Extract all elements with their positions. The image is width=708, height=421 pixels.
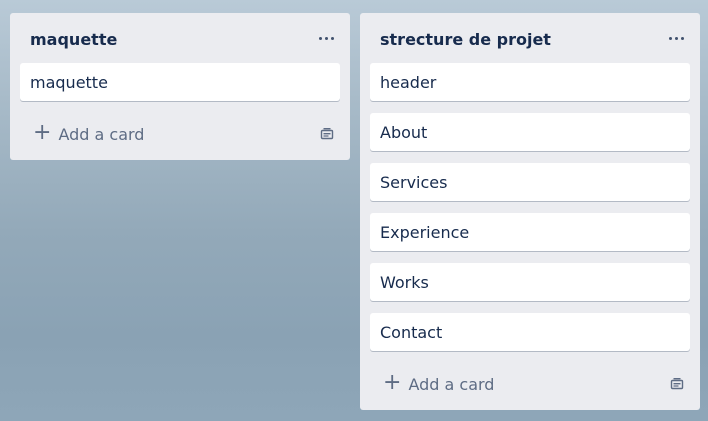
more-horizontal-icon	[318, 36, 322, 40]
add-card-button[interactable]: + Add a card	[370, 369, 500, 399]
card-template-icon	[320, 128, 334, 140]
card[interactable]: maquette	[20, 63, 340, 101]
card[interactable]: Services	[370, 163, 690, 201]
list-maquette: maquette maquette + Add a card	[10, 13, 350, 160]
more-horizontal-icon	[324, 36, 328, 40]
list-title[interactable]: maquette	[30, 30, 117, 49]
card[interactable]: Contact	[370, 313, 690, 351]
card[interactable]: About	[370, 113, 690, 151]
create-from-template-button[interactable]	[666, 373, 688, 395]
list-menu-button[interactable]	[310, 27, 342, 49]
card-list: header About Services Experience Works C…	[370, 63, 690, 363]
card-template-icon	[670, 378, 684, 390]
card[interactable]: Works	[370, 263, 690, 301]
list-strecture-de-projet: strecture de projet header About Service…	[360, 13, 700, 410]
plus-icon: +	[383, 370, 402, 395]
plus-icon: +	[33, 120, 52, 145]
card[interactable]: Experience	[370, 213, 690, 251]
card[interactable]: header	[370, 63, 690, 101]
add-card-button[interactable]: + Add a card	[20, 119, 150, 149]
list-menu-button[interactable]	[660, 27, 692, 49]
list-header: maquette	[10, 13, 350, 63]
more-horizontal-icon	[330, 36, 334, 40]
add-card-row: + Add a card	[370, 369, 690, 399]
add-card-label: Add a card	[408, 374, 495, 394]
more-horizontal-icon	[668, 36, 672, 40]
list-header: strecture de projet	[360, 13, 700, 63]
card-list: maquette	[20, 63, 340, 113]
create-from-template-button[interactable]	[316, 123, 338, 145]
add-card-label: Add a card	[58, 124, 145, 144]
list-title[interactable]: strecture de projet	[380, 30, 551, 49]
board: maquette maquette + Add a card strecture…	[0, 0, 708, 421]
add-card-row: + Add a card	[20, 119, 340, 149]
more-horizontal-icon	[674, 36, 678, 40]
more-horizontal-icon	[680, 36, 684, 40]
